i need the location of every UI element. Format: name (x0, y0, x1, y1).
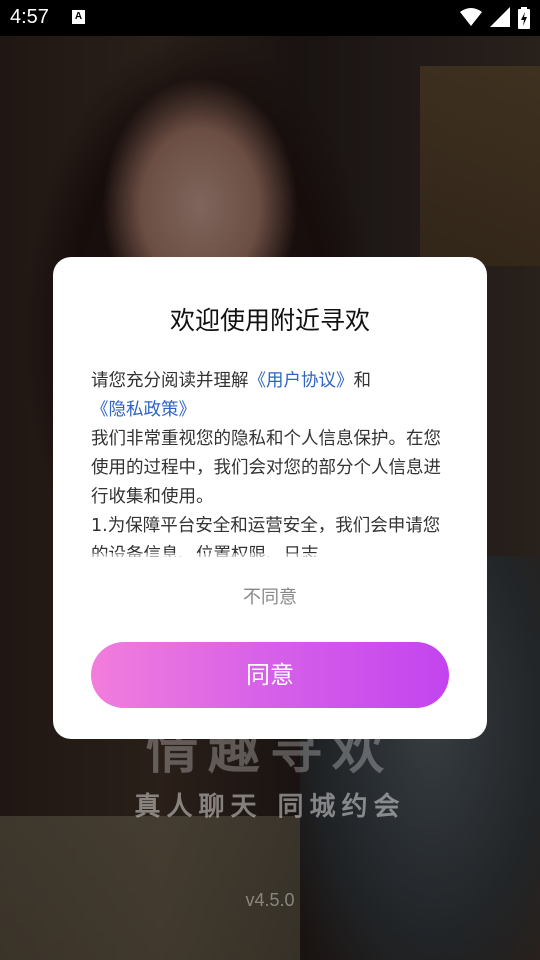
privacy-dialog: 欢迎使用附近寻欢 请您充分阅读并理解《用户协议》和 《隐私政策》 我们非常重视您… (53, 257, 487, 739)
status-icons (460, 7, 530, 29)
paragraph-2: 1.为保障平台安全和运营安全，我们会申请您的设备信息、位置权限、日志 (91, 516, 441, 557)
paragraph-1: 我们非常重视您的隐私和个人信息保护。在您使用的过程中，我们会对您的部分个人信息进… (91, 429, 441, 507)
wifi-icon (460, 8, 482, 26)
battery-charging-icon (518, 7, 530, 29)
dialog-body[interactable]: 请您充分阅读并理解《用户协议》和 《隐私政策》 我们非常重视您的隐私和个人信息保… (91, 367, 447, 557)
app-version: v4.5.0 (245, 890, 295, 910)
splash-slogan: 真人聊天 同城约会 (134, 792, 406, 822)
privacy-policy-link[interactable]: 《隐私政策》 (91, 400, 196, 420)
a-letter-icon: A (72, 10, 85, 24)
status-time: 4:57 (10, 6, 49, 28)
scroll-fade (53, 553, 487, 563)
user-agreement-link[interactable]: 《用户协议》 (249, 371, 354, 391)
and-text: 和 (353, 371, 372, 391)
signal-icon (490, 7, 510, 27)
screen: 4:57 A 情趣寻欢 真人聊天 同城约会 v4.5.0 欢迎使用附近寻欢 请您… (0, 0, 540, 960)
disagree-button[interactable]: 不同意 (53, 583, 487, 609)
dialog-title: 欢迎使用附近寻欢 (169, 306, 370, 335)
status-bar: 4:57 A (0, 0, 540, 36)
intro-text: 请您充分阅读并理解 (91, 371, 249, 391)
agree-button[interactable]: 同意 (91, 642, 449, 708)
